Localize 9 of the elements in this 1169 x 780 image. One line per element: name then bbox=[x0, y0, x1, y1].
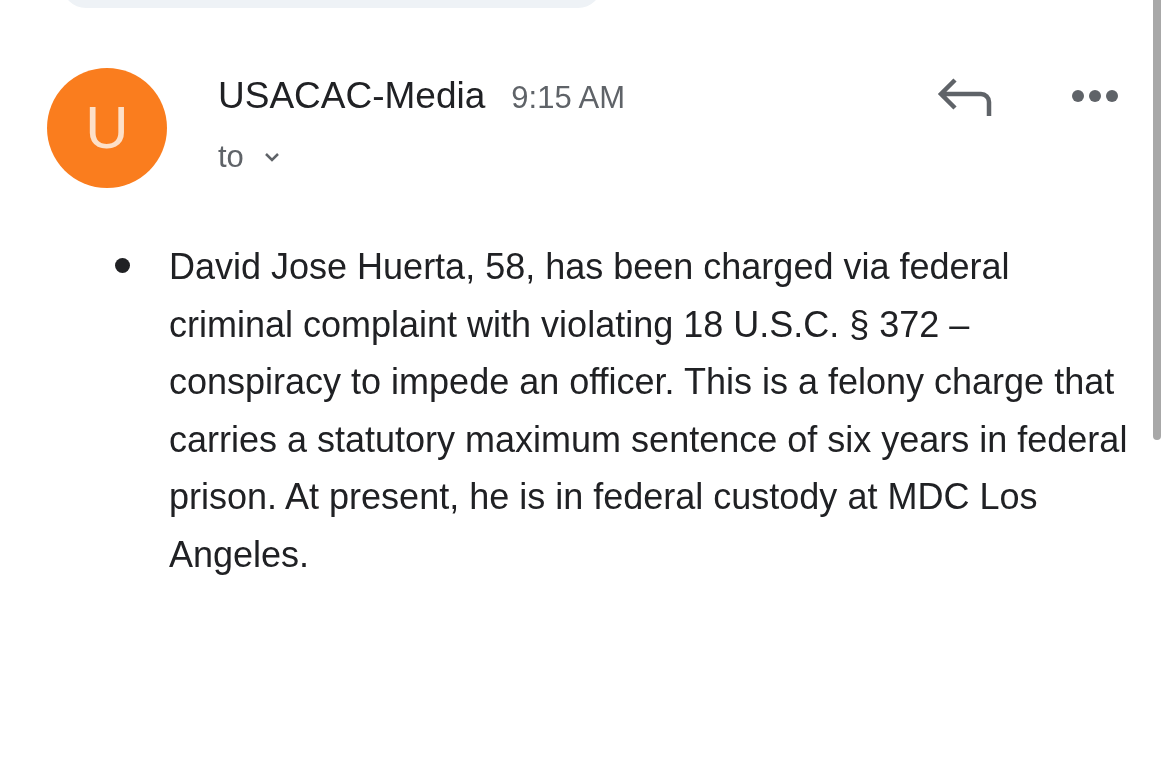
sender-name: USACAC-Media bbox=[218, 74, 486, 119]
chevron-down-icon bbox=[263, 152, 280, 163]
bullet-icon bbox=[115, 258, 130, 273]
body-paragraph: David Jose Huerta, 58, has been charged via federal criminal complaint with violating 18 U.S.C. § 372 – conspiracy to impede an officer. This is a felony charge that carries a statutory maximum sentence of six years in federal prison. At present, he is in federal custody at MDC Los Angeles. bbox=[169, 245, 1129, 577]
message-time: 9:15 AM bbox=[511, 79, 626, 118]
more-icon[interactable] bbox=[1071, 89, 1119, 103]
avatar: U bbox=[47, 68, 167, 188]
recipients-toggle[interactable]: to bbox=[218, 134, 280, 181]
scrollbar[interactable] bbox=[1153, 0, 1161, 440]
